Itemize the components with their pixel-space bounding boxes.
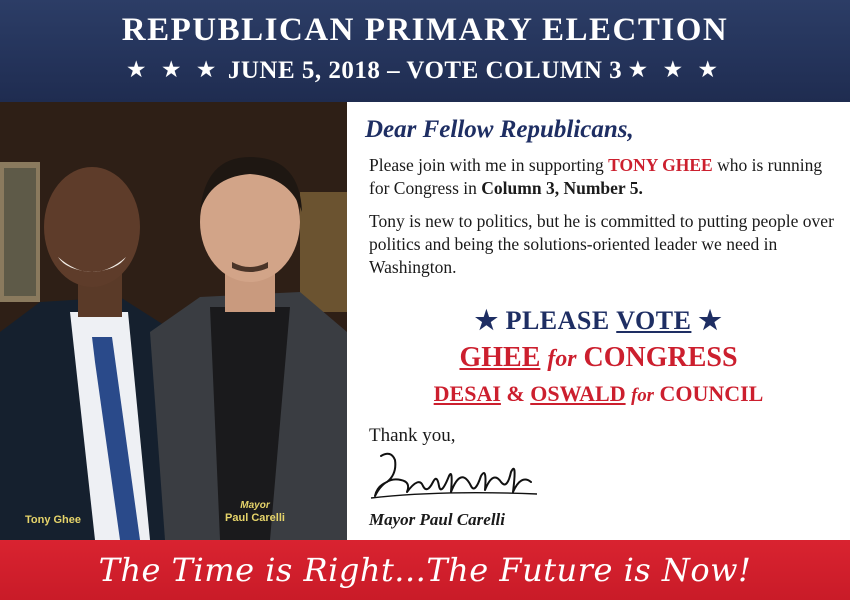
letter-panel: Dear Fellow Republicans, Please join wit… xyxy=(347,102,850,540)
please-text: PLEASE xyxy=(505,306,617,335)
p1-text-a: Please join with me in supporting xyxy=(369,155,609,175)
ballot-position: Column 3, Number 5. xyxy=(481,178,643,198)
star-icon: ★ xyxy=(474,306,499,335)
signature-graphic xyxy=(370,452,538,499)
congress-office: CONGRESS xyxy=(583,342,738,373)
election-title: REPUBLICAN PRIMARY ELECTION xyxy=(121,12,729,48)
candidate-photo: Tony Ghee Mayor Paul Carelli xyxy=(0,102,347,540)
caption-tony-ghee: Tony Ghee xyxy=(24,514,82,526)
election-date-line: ★ ★ ★ JUNE 5, 2018 – VOTE COLUMN 3 ★ ★ ★ xyxy=(0,57,850,85)
vote-council-line: DESAI & OSWALD for COUNCIL xyxy=(347,381,850,407)
footer-banner: The Time is Right...The Future is Now! xyxy=(0,540,850,600)
signer-name: Mayor Paul Carelli xyxy=(369,510,506,529)
thank-you: Thank you, xyxy=(369,425,456,446)
vote-text: VOTE xyxy=(616,306,692,335)
caption-mayor: Mayor Paul Carelli xyxy=(200,500,310,524)
header-banner: REPUBLICAN PRIMARY ELECTION ★ ★ ★ JUNE 5… xyxy=(0,0,850,102)
council-candidate-2: OSWALD xyxy=(530,381,626,406)
stars-right-icon: ★ ★ ★ xyxy=(628,59,723,81)
for-text: for xyxy=(631,385,654,406)
vote-congress-line: GHEE for CONGRESS xyxy=(347,342,850,374)
congress-candidate: GHEE xyxy=(459,342,541,373)
paragraph-committed: Tony is new to politics, but he is commi… xyxy=(369,211,834,277)
candidate-name: TONY GHEE xyxy=(608,155,713,175)
for-text: for xyxy=(547,346,577,372)
star-icon: ★ xyxy=(698,306,723,335)
paragraph-support: Please join with me in supporting TONY G… xyxy=(369,154,839,200)
greeting: Dear Fellow Republicans, xyxy=(365,116,634,143)
council-candidate-1: DESAI xyxy=(433,381,501,406)
caption-mayor-name: Paul Carelli xyxy=(225,512,285,524)
stars-left-icon: ★ ★ ★ xyxy=(127,59,222,81)
ampersand: & xyxy=(506,381,525,406)
slogan: The Time is Right...The Future is Now! xyxy=(98,551,752,589)
council-office: COUNCIL xyxy=(659,381,764,406)
please-vote-heading: ★ PLEASE VOTE ★ xyxy=(347,306,850,336)
caption-mayor-role: Mayor xyxy=(240,500,270,511)
photo-illustration xyxy=(0,102,347,540)
signature xyxy=(361,446,541,515)
election-subtitle: JUNE 5, 2018 – VOTE COLUMN 3 xyxy=(227,57,623,84)
